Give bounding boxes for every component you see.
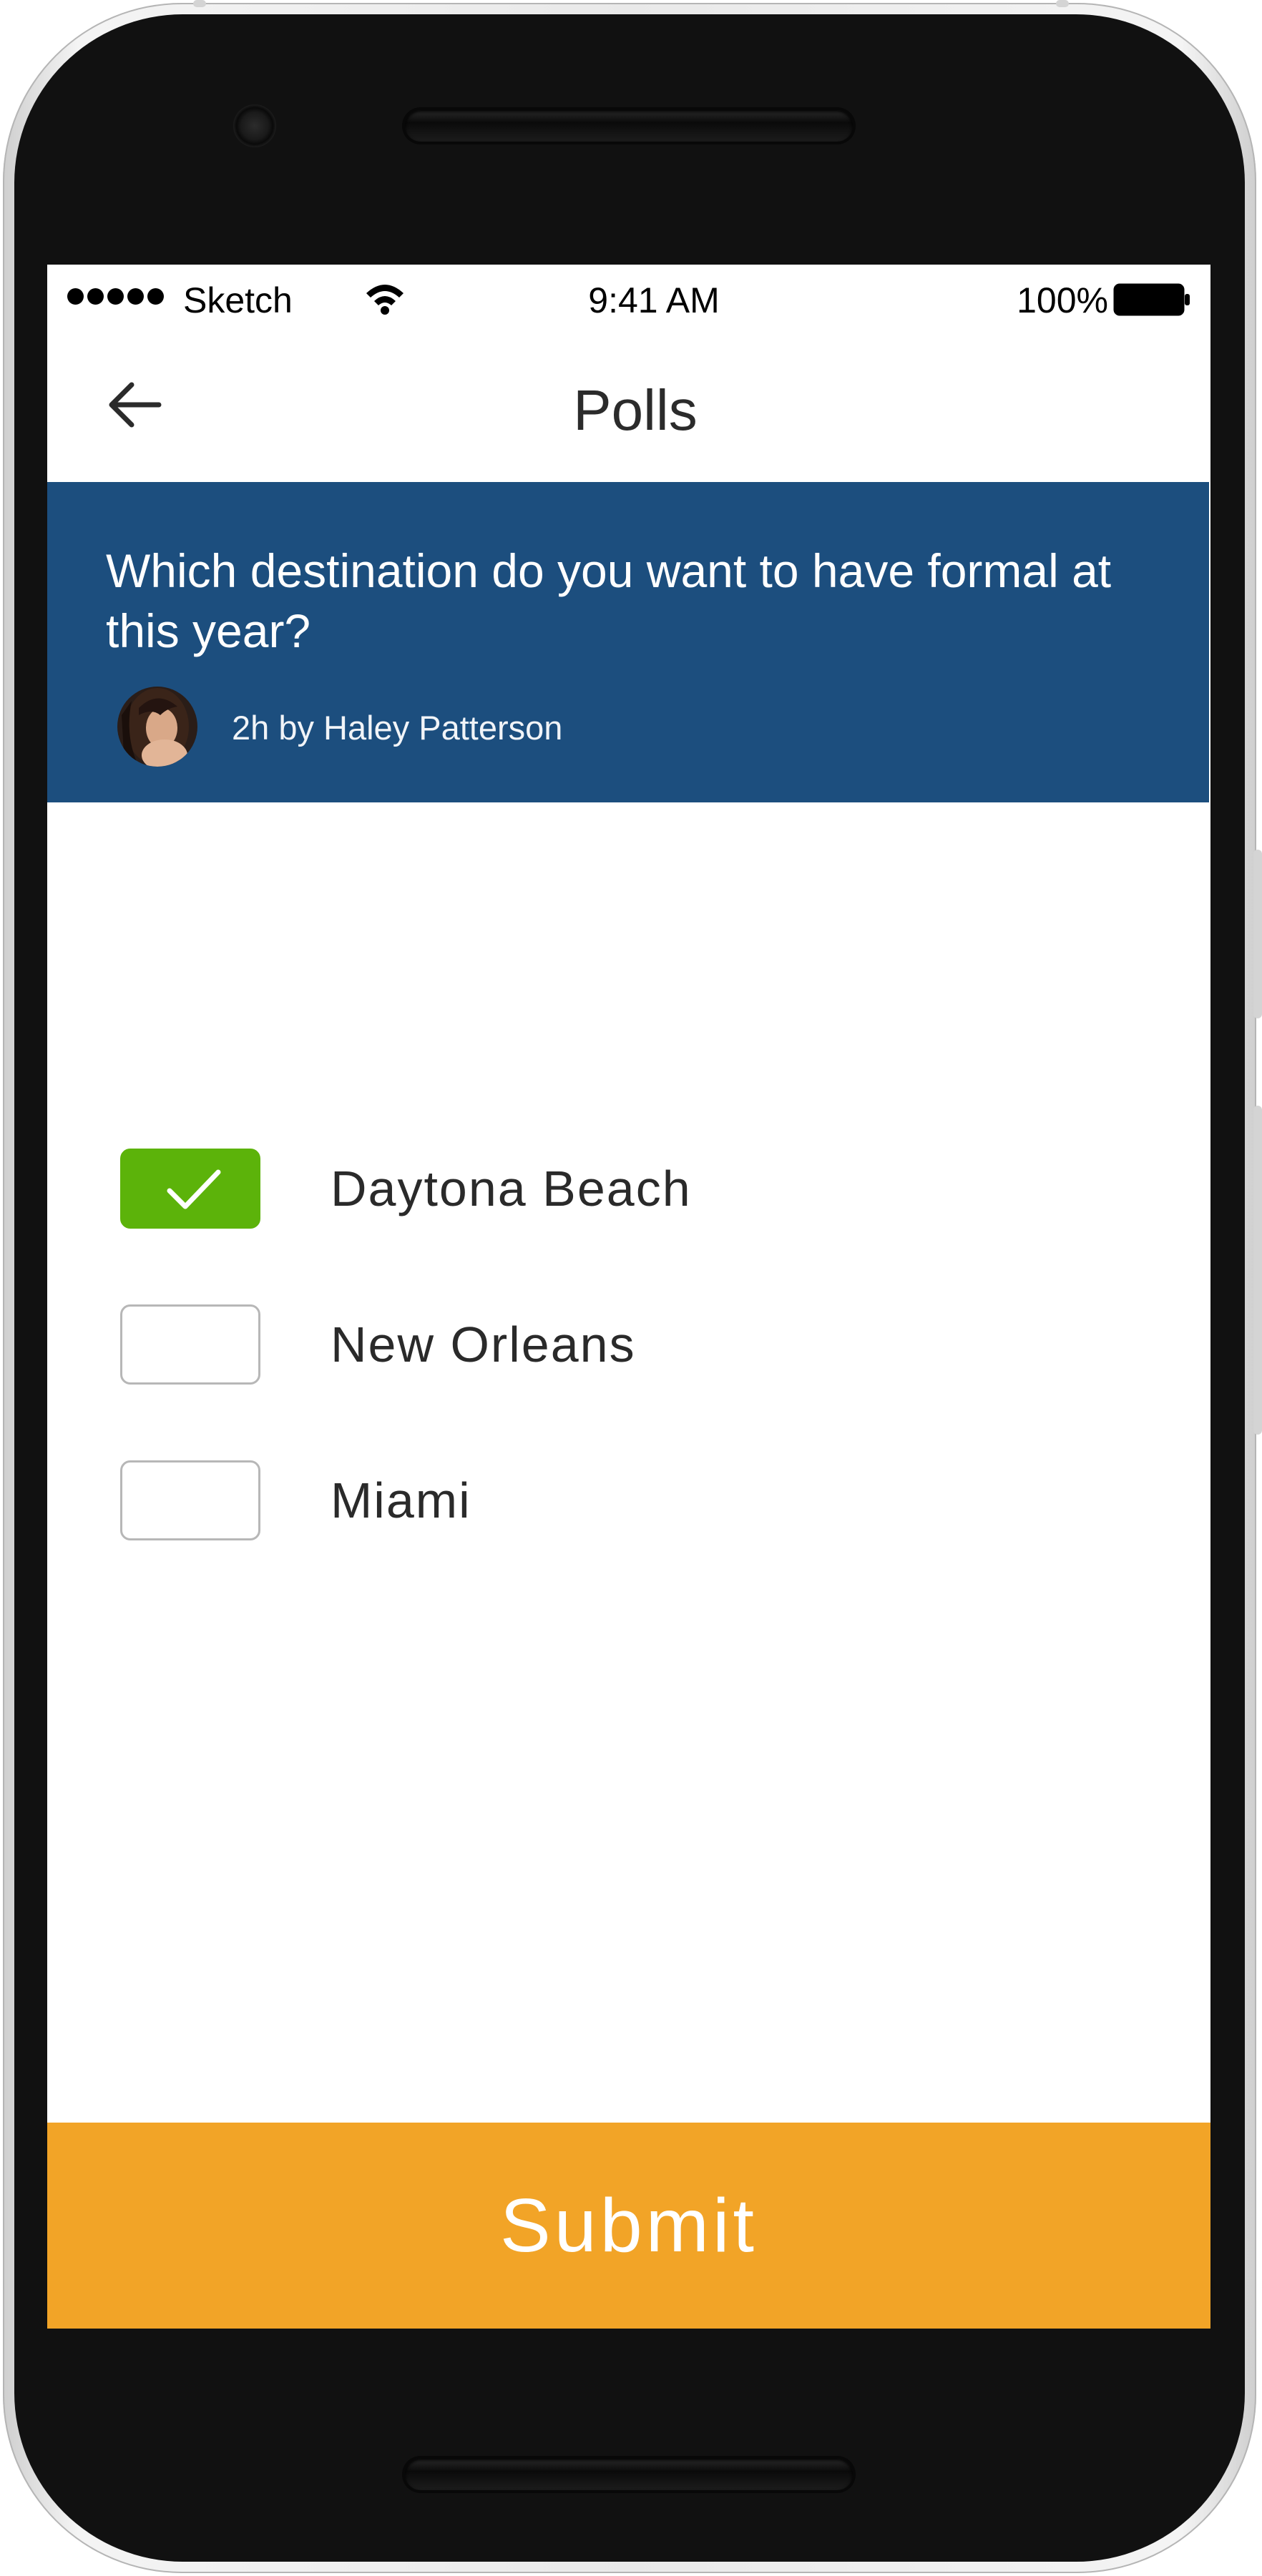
- top-speaker: [405, 110, 853, 142]
- avatar-image: [117, 687, 197, 767]
- poll-question: Which destination do you want to have fo…: [106, 544, 1112, 657]
- user-avatar[interactable]: [117, 687, 197, 767]
- phone-device: Sketch 9:41 AM 100% Polls Which destinat…: [0, 0, 1262, 2576]
- option-label: Daytona Beach: [331, 1161, 692, 1216]
- battery-icon: [1113, 283, 1190, 316]
- battery-percentage: 100%: [1017, 280, 1108, 320]
- side-button: [1253, 1106, 1262, 1435]
- option-checkbox[interactable]: [120, 1460, 260, 1540]
- checkmark-icon: [167, 1169, 221, 1209]
- volume-button: [1253, 850, 1262, 1018]
- option-checkbox[interactable]: [120, 1304, 260, 1385]
- poll-question-banner: Which destination do you want to have fo…: [47, 482, 1209, 802]
- poll-option-daytona-beach[interactable]: Daytona Beach: [47, 1149, 1210, 1270]
- option-label: New Orleans: [331, 1317, 636, 1372]
- poll-option-new-orleans[interactable]: New Orleans: [47, 1304, 1210, 1426]
- submit-button[interactable]: Submit: [47, 2123, 1210, 2329]
- option-label: Miami: [331, 1473, 471, 1528]
- page-title: Polls: [573, 378, 698, 442]
- poll-meta: 2h by Haley Patterson: [232, 709, 563, 747]
- app-screen: Sketch 9:41 AM 100% Polls Which destinat…: [47, 265, 1210, 2329]
- power-button: [193, 0, 206, 7]
- top-button: [1056, 0, 1069, 7]
- poll-option-miami[interactable]: Miami: [47, 1460, 1210, 1582]
- bottom-speaker: [405, 2459, 853, 2490]
- option-checkbox-checked[interactable]: [120, 1149, 260, 1229]
- status-bar: Sketch 9:41 AM 100%: [47, 265, 1210, 333]
- front-camera: [233, 104, 276, 147]
- navigation-bar: Polls: [47, 333, 1210, 482]
